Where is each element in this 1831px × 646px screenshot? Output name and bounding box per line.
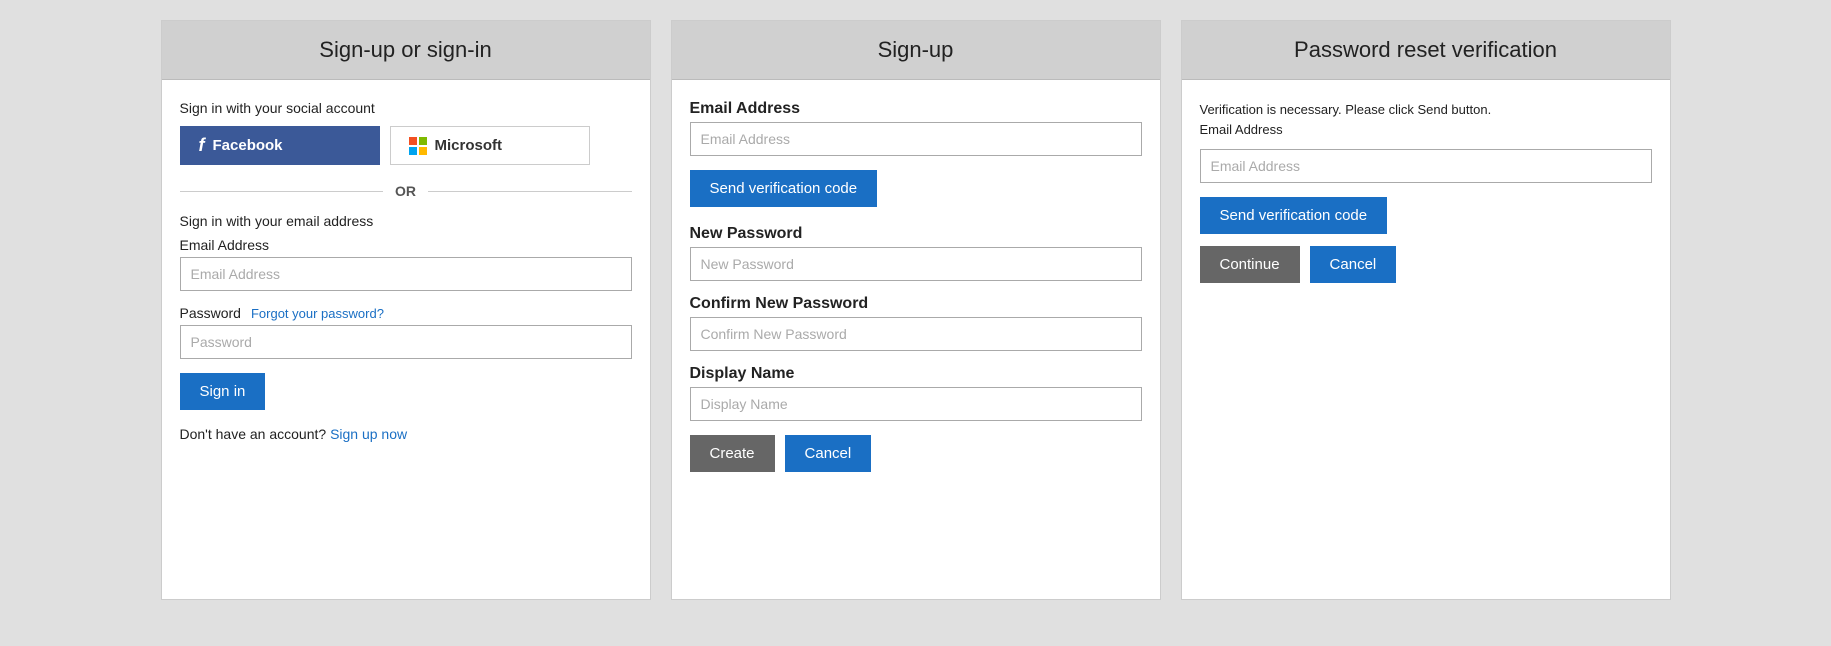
signin-panel: Sign-up or sign-in Sign in with your soc… [161, 20, 651, 600]
signin-email-label: Email Address [180, 237, 632, 253]
signin-email-input[interactable] [180, 257, 632, 291]
facebook-label: Facebook [213, 137, 283, 154]
microsoft-button[interactable]: Microsoft [390, 126, 590, 165]
signin-email-group: Email Address [180, 237, 632, 291]
signup-now-link[interactable]: Sign up now [330, 426, 407, 442]
verification-text: Verification is necessary. Please click … [1200, 100, 1652, 139]
signin-button[interactable]: Sign in [180, 373, 266, 410]
reset-action-buttons: Continue Cancel [1200, 246, 1652, 283]
reset-cancel-button[interactable]: Cancel [1310, 246, 1397, 283]
signin-password-group: Password Forgot your password? [180, 305, 632, 359]
signup-confirm-password-group: Confirm New Password [690, 295, 1142, 351]
or-text: OR [395, 183, 416, 199]
facebook-button[interactable]: f Facebook [180, 126, 380, 165]
signup-new-password-label: New Password [690, 225, 1142, 243]
signup-panel: Sign-up Email Address Send verification … [671, 20, 1161, 600]
signup-confirm-password-label: Confirm New Password [690, 295, 1142, 313]
signup-display-name-group: Display Name [690, 365, 1142, 421]
reset-send-code-button[interactable]: Send verification code [1200, 197, 1388, 234]
microsoft-label: Microsoft [435, 137, 503, 154]
signin-panel-title: Sign-up or sign-in [162, 21, 650, 80]
social-section-label: Sign in with your social account [180, 100, 632, 116]
signup-new-password-input[interactable] [690, 247, 1142, 281]
signin-password-input[interactable] [180, 325, 632, 359]
signup-action-buttons: Create Cancel [690, 435, 1142, 472]
signup-create-button[interactable]: Create [690, 435, 775, 472]
verification-description: Verification is necessary. Please click … [1200, 102, 1492, 117]
reset-panel-title: Password reset verification [1182, 21, 1670, 80]
reset-panel: Password reset verification Verification… [1181, 20, 1671, 600]
email-section-label: Sign in with your email address [180, 213, 632, 229]
signup-email-label: Email Address [690, 100, 1142, 118]
signup-confirm-password-input[interactable] [690, 317, 1142, 351]
signup-display-name-label: Display Name [690, 365, 1142, 383]
reset-email-input[interactable] [1200, 149, 1652, 183]
no-account-text: Don't have an account? [180, 426, 327, 442]
signup-email-input[interactable] [690, 122, 1142, 156]
or-divider: OR [180, 183, 632, 199]
signup-send-code-button[interactable]: Send verification code [690, 170, 878, 207]
signup-prompt: Don't have an account? Sign up now [180, 426, 632, 442]
signup-cancel-button[interactable]: Cancel [785, 435, 872, 472]
reset-continue-button[interactable]: Continue [1200, 246, 1300, 283]
reset-email-label-inline: Email Address [1200, 122, 1283, 137]
signup-email-group: Email Address [690, 100, 1142, 156]
facebook-icon: f [199, 135, 205, 156]
signin-password-label: Password [180, 305, 241, 321]
forgot-password-link[interactable]: Forgot your password? [251, 306, 384, 321]
signup-new-password-group: New Password [690, 225, 1142, 281]
signup-display-name-input[interactable] [690, 387, 1142, 421]
social-buttons-row: f Facebook Microsoft [180, 126, 632, 165]
microsoft-icon [409, 137, 427, 155]
signup-panel-title: Sign-up [672, 21, 1160, 80]
reset-email-group [1200, 149, 1652, 183]
